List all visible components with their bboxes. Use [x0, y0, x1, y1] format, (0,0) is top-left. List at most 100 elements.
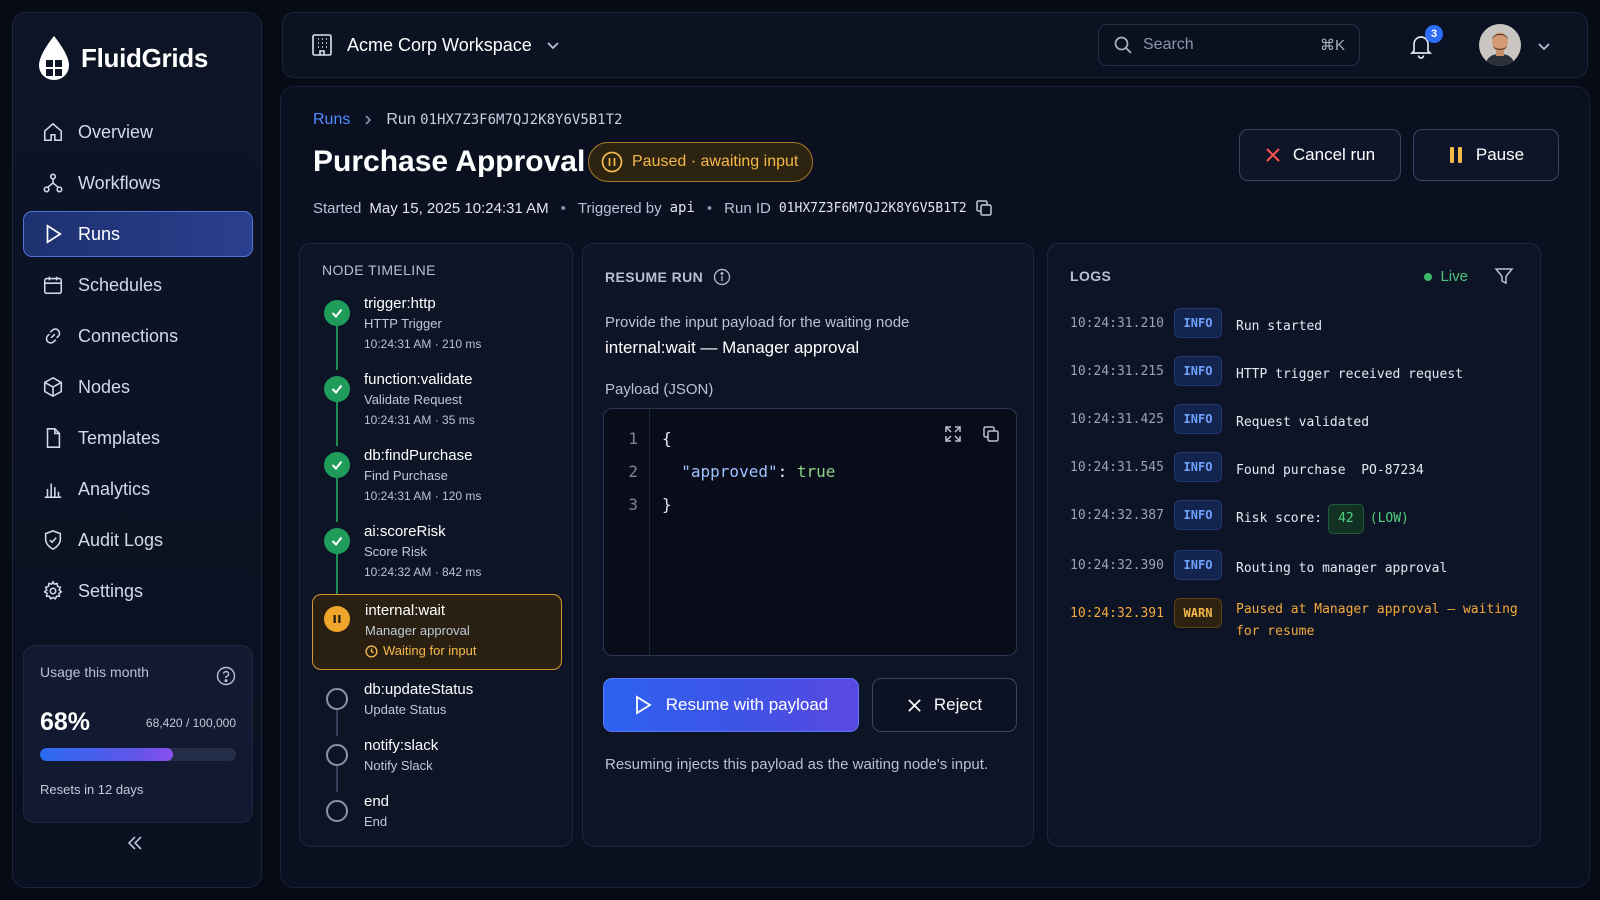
sidebar-item-label: Overview	[78, 121, 154, 142]
code-line: {	[662, 429, 672, 448]
pause-label: Pause	[1475, 145, 1525, 164]
sidebar-item-audit-logs[interactable]: Audit Logs	[23, 517, 253, 563]
resume-run-panel: RESUME RUN Provide the input payload for…	[582, 243, 1034, 847]
line-number: 1	[628, 429, 638, 448]
log-entry[interactable]: 10:24:31.545 INFO Found purchase PO-8723…	[1070, 452, 1520, 484]
sidebar-item-overview[interactable]: Overview	[23, 109, 253, 155]
search-shortcut: ⌘K	[1319, 37, 1345, 54]
workflow-icon	[42, 172, 64, 194]
log-entry[interactable]: 10:24:31.210 INFO Run started	[1070, 308, 1520, 340]
log-entry[interactable]: 10:24:32.391 WARN Paused at Manager appr…	[1070, 598, 1520, 643]
node-label: Score Risk	[364, 544, 427, 559]
brand[interactable]: FluidGrids	[37, 33, 208, 83]
log-message: Risk score: 42 (LOW)	[1236, 500, 1520, 534]
line-number: 2	[628, 462, 638, 481]
log-level-badge: INFO	[1174, 356, 1222, 386]
timeline-connector	[336, 552, 338, 598]
notification-badge: 3	[1425, 25, 1443, 43]
sidebar-item-label: Connections	[78, 325, 179, 346]
resume-target-node: internal:wait — Manager approval	[605, 338, 860, 357]
resume-with-payload-button[interactable]: Resume with payload	[603, 678, 859, 732]
sidebar-item-schedules[interactable]: Schedules	[23, 262, 253, 308]
usage-progress-fill	[40, 748, 174, 761]
help-icon[interactable]	[216, 666, 236, 686]
run-id-value: 01HX7Z3F6M7QJ2K8Y6V5B1T2	[778, 200, 967, 216]
drop-logo-icon	[37, 34, 71, 82]
breadcrumb-runs-link[interactable]: Runs	[313, 111, 350, 129]
panel-title: NODE TIMELINE	[322, 262, 436, 278]
node-name: internal:wait	[365, 602, 446, 619]
cube-icon	[42, 376, 64, 398]
log-message: Routing to manager approval	[1236, 561, 1448, 576]
copy-icon[interactable]	[982, 425, 1000, 443]
timeline-item[interactable]: db:findPurchase Find Purchase 10:24:31 A…	[312, 442, 562, 522]
cancel-run-button[interactable]: Cancel run	[1239, 129, 1401, 181]
panel-title: LOGS	[1070, 268, 1112, 284]
breadcrumb-run-id: 01HX7Z3F6M7QJ2K8Y6V5B1T2	[420, 112, 623, 128]
reject-button[interactable]: Reject	[872, 678, 1017, 732]
payload-editor[interactable]: 1 2 3 { "approved": true }	[603, 408, 1017, 656]
collapse-sidebar-icon[interactable]	[125, 833, 145, 853]
expand-icon[interactable]	[944, 425, 962, 443]
timeline-item[interactable]: end End	[312, 788, 562, 844]
node-label: Validate Request	[364, 392, 463, 407]
info-icon[interactable]	[713, 268, 731, 286]
node-name: db:findPurchase	[364, 447, 473, 464]
workspace-name: Acme Corp Workspace	[347, 34, 532, 55]
resume-description: Provide the input payload for the waitin…	[605, 314, 910, 331]
breadcrumb: Runs Run 01HX7Z3F6M7QJ2K8Y6V5B1T2	[313, 111, 622, 129]
json-value: true	[796, 462, 836, 481]
sidebar-item-analytics[interactable]: Analytics	[23, 466, 253, 512]
search-icon	[1113, 35, 1133, 55]
pause-button[interactable]: Pause	[1413, 129, 1559, 181]
sidebar: FluidGrids Overview Workflows Runs Sched…	[12, 12, 262, 888]
sidebar-item-workflows[interactable]: Workflows	[23, 160, 253, 206]
node-name: db:updateStatus	[364, 681, 474, 698]
sidebar-item-settings[interactable]: Settings	[23, 568, 253, 614]
timeline-item-current[interactable]: internal:wait Manager approval Waiting f…	[312, 594, 562, 670]
play-icon	[634, 695, 652, 715]
search-input[interactable]: Search ⌘K	[1098, 24, 1360, 66]
node-time: 10:24:31 AM · 35 ms	[364, 413, 475, 427]
check-icon	[324, 452, 350, 478]
breadcrumb-current: Run 01HX7Z3F6M7QJ2K8Y6V5B1T2	[386, 111, 622, 129]
log-entry[interactable]: 10:24:32.387 INFO Risk score: 42 (LOW)	[1070, 500, 1520, 534]
timeline-connector	[336, 324, 338, 370]
pending-circle-icon	[326, 688, 348, 710]
line-number: 3	[628, 495, 638, 514]
avatar[interactable]	[1479, 24, 1521, 66]
log-time: 10:24:31.215	[1070, 364, 1164, 379]
timeline-connector	[336, 400, 338, 446]
pause-icon	[1448, 146, 1464, 164]
timeline-item[interactable]: function:validate Validate Request 10:24…	[312, 366, 562, 446]
panel-title-text: RESUME RUN	[605, 269, 704, 285]
log-level-badge: INFO	[1174, 308, 1222, 338]
chevron-down-icon[interactable]	[1537, 39, 1551, 53]
timeline-item[interactable]: trigger:http HTTP Trigger 10:24:31 AM · …	[312, 290, 562, 370]
sidebar-item-runs[interactable]: Runs	[23, 211, 253, 257]
timeline-item[interactable]: ai:scoreRisk Score Risk 10:24:32 AM · 84…	[312, 518, 562, 598]
copy-icon[interactable]	[975, 199, 993, 217]
log-entry[interactable]: 10:24:31.425 INFO Request validated	[1070, 404, 1520, 436]
log-entry[interactable]: 10:24:31.215 INFO HTTP trigger received …	[1070, 356, 1520, 388]
sidebar-item-label: Workflows	[78, 172, 161, 193]
home-icon	[42, 121, 64, 143]
triggered-label: Triggered by	[577, 199, 662, 217]
filter-icon[interactable]	[1494, 266, 1514, 286]
check-icon	[324, 376, 350, 402]
timeline-item[interactable]: notify:slack Notify Slack	[312, 732, 562, 792]
timeline-connector	[336, 476, 338, 522]
log-entry[interactable]: 10:24:32.390 INFO Routing to manager app…	[1070, 550, 1520, 582]
run-meta: Started May 15, 2025 10:24:31 AM • Trigg…	[313, 199, 993, 217]
log-message: Run started	[1236, 319, 1323, 334]
timeline-item[interactable]: db:updateStatus Update Status	[312, 676, 562, 736]
sidebar-item-templates[interactable]: Templates	[23, 415, 253, 461]
sidebar-item-connections[interactable]: Connections	[23, 313, 253, 359]
pending-circle-icon	[326, 800, 348, 822]
workspace-switcher[interactable]: Acme Corp Workspace	[311, 33, 560, 57]
sidebar-item-nodes[interactable]: Nodes	[23, 364, 253, 410]
live-indicator[interactable]: Live	[1424, 268, 1468, 285]
usage-percent: 68%	[40, 708, 91, 736]
log-time: 10:24:32.387	[1070, 508, 1164, 523]
log-level-badge: INFO	[1174, 404, 1222, 434]
